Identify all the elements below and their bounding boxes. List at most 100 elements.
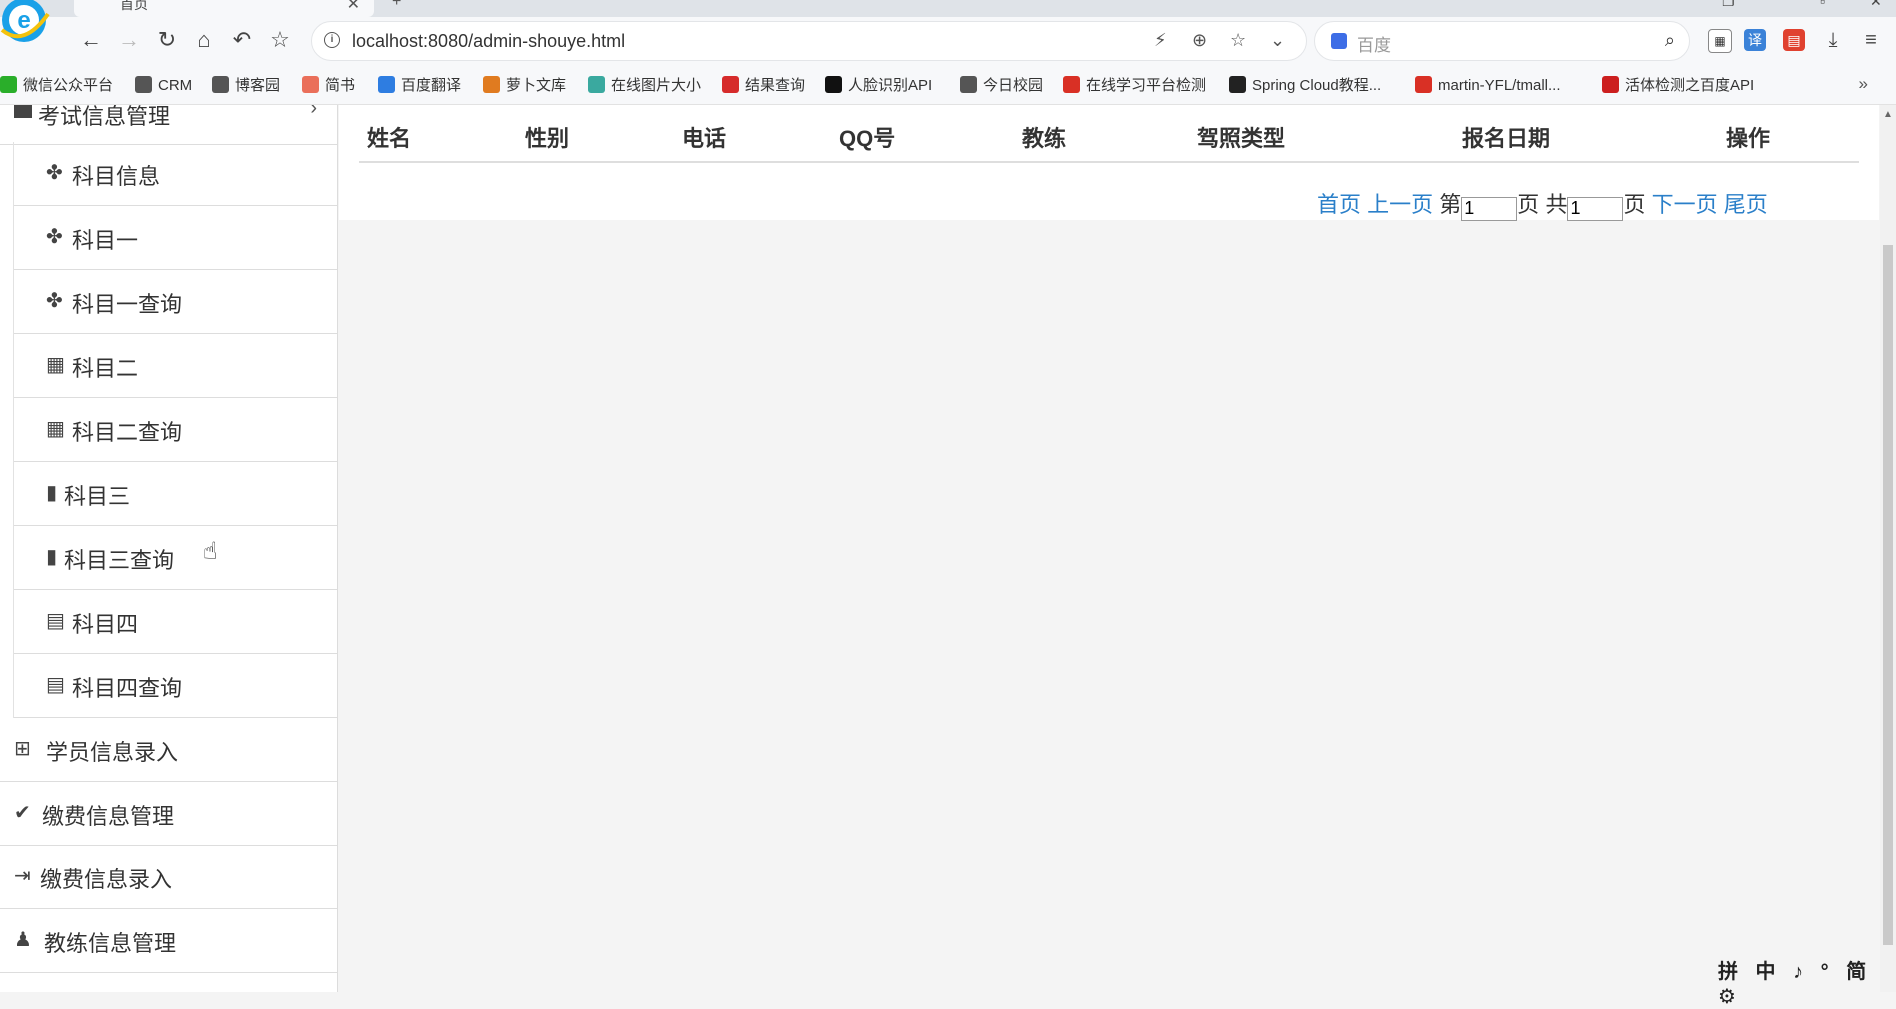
table-header: 姓名 性别 电话 QQ号 教练 驾照类型 报名日期 操作 — [359, 105, 1859, 163]
bookmark-item[interactable]: 萝卜文库 — [483, 76, 566, 94]
bookmark-icon — [302, 76, 319, 93]
favorite-star-icon[interactable]: ☆ — [267, 27, 293, 53]
bookmark-item[interactable]: 微信公众平台 — [0, 76, 113, 94]
table-icon: ⊞ — [14, 738, 31, 760]
bookmark-item[interactable]: 博客园 — [212, 76, 280, 94]
sidebar-item-exam-info[interactable]: 考试信息管理 › — [0, 105, 337, 145]
bookmark-item[interactable]: 简书 — [302, 76, 355, 94]
sidebar-subitem[interactable]: ✤ 科目信息 — [14, 142, 337, 206]
bookmark-icon — [135, 76, 152, 93]
bookmark-label: 微信公众平台 — [23, 77, 114, 94]
grid-icon: ▦ — [46, 418, 65, 440]
bookmark-icon — [0, 76, 17, 93]
bookmark-icon — [483, 76, 500, 93]
main-content: 姓名性别电话QQ号教练驾照类型报名日期操作 首页 上一页 第页 共页 下一页 尾… — [339, 105, 1879, 221]
last-page-link[interactable]: 尾页 — [1724, 192, 1768, 217]
home-icon[interactable]: ⌂ — [191, 27, 217, 53]
bookmark-item[interactable]: 在线学习平台检测 — [1063, 76, 1206, 94]
qr-grid-icon[interactable]: ▦ — [1708, 29, 1732, 53]
scroll-up-icon[interactable]: ▲ — [1883, 109, 1893, 120]
close-window-icon[interactable]: ✕ — [1870, 0, 1882, 10]
sidebar-item-label: 学员信息录入 — [46, 740, 179, 765]
bookmark-label: 在线图片大小 — [611, 77, 702, 94]
sidebar-subitem-label: 科目三查询 — [64, 548, 175, 573]
search-icon[interactable]: ⌕ — [1665, 30, 1675, 51]
prev-page-link[interactable]: 上一页 — [1367, 192, 1433, 217]
chevron-down-icon[interactable]: ⌄ — [1270, 30, 1285, 51]
sidebar-item[interactable]: ⇥ 缴费信息录入 — [0, 845, 337, 909]
ime-toolbar[interactable]: 拼 中 ♪ ° 简 ⚙ — [1718, 955, 1896, 1008]
bookmark-label: 百度翻译 — [401, 77, 462, 94]
browser-logo: e — [0, 0, 50, 42]
bookmark-label: 结果查询 — [745, 77, 806, 94]
grid-icon: ▦ — [46, 354, 65, 376]
bookmark-item[interactable]: 活体检测之百度API — [1602, 76, 1754, 94]
bookmark-icon — [212, 76, 229, 93]
sign-out-icon: ⇥ — [14, 865, 31, 887]
back-icon[interactable]: ← — [78, 27, 104, 53]
sidebar-item[interactable]: ✔ 缴费信息管理 — [0, 782, 337, 846]
table-column-header: 操作 — [1726, 126, 1771, 151]
lightning-icon[interactable]: ⚡ — [1154, 30, 1167, 51]
bookmarks-bar: » 微信公众平台 CRM 博客园 简书 百度翻译 萝卜文库 在线图片大小 结果查询 人脸识别AP… — [0, 65, 1896, 105]
sidebar-subitem[interactable]: ▤ 科目四 — [14, 590, 337, 654]
puzzle-icon: ✤ — [46, 226, 63, 248]
sidebar-subitem[interactable]: ▤ 科目四查询 — [14, 654, 337, 718]
sidebar-subitem[interactable]: ▮ 科目三查询 — [14, 526, 337, 590]
bookmark-label: 活体检测之百度API — [1625, 77, 1755, 94]
sidebar-item[interactable]: ⊞ 学员信息录入 — [0, 718, 337, 782]
page-scrollbar[interactable]: ▲ — [1880, 105, 1896, 992]
table-column-header: 教练 — [1022, 126, 1067, 151]
bookmark-item[interactable]: 今日校园 — [960, 76, 1043, 94]
reload-icon[interactable]: ↻ — [154, 27, 180, 53]
undo-icon[interactable]: ↶ — [229, 27, 255, 53]
sidebar-subitem-label: 科目三 — [64, 484, 131, 509]
download-icon[interactable]: ⤓ — [1822, 29, 1844, 51]
sidebar-subitem[interactable]: ▮ 科目三 — [14, 462, 337, 526]
forward-icon[interactable]: → — [116, 27, 142, 53]
bookmark-item[interactable]: martin-YFL/tmall... — [1415, 76, 1561, 94]
scrollbar-thumb[interactable] — [1883, 245, 1893, 945]
page-input[interactable] — [1461, 196, 1518, 221]
tab-close-icon[interactable]: ✕ — [347, 0, 360, 14]
sidebar-subitem[interactable]: ✤ 科目一查询 — [14, 270, 337, 334]
url-text[interactable]: localhost:8080/admin-shouye.html — [352, 31, 625, 52]
bookmark-item[interactable]: 在线图片大小 — [588, 76, 701, 94]
bookmark-label: 博客园 — [235, 77, 281, 94]
sidebar-subitem[interactable]: ▦ 科目二查询 — [14, 398, 337, 462]
next-page-link[interactable]: 下一页 — [1652, 192, 1718, 217]
sidebar-item-label: 教练信息管理 — [44, 930, 177, 956]
sidebar-item[interactable]: ♟ 教练信息管理 — [0, 909, 337, 973]
search-box[interactable]: 百度 ⌕ — [1314, 21, 1690, 61]
bookmark-icon — [1063, 76, 1080, 93]
sidebar-subitem-label: 科目四查询 — [72, 676, 183, 701]
bookmark-item[interactable]: 百度翻译 — [378, 76, 461, 94]
total-pages-field — [1567, 196, 1624, 221]
bookmark-icon — [960, 76, 977, 93]
first-page-link[interactable]: 首页 — [1317, 192, 1361, 217]
bookmark-icon — [722, 76, 739, 93]
pagination: 首页 上一页 第页 共页 下一页 尾页 — [1317, 187, 1768, 221]
pdf-icon[interactable]: ▤ — [1783, 29, 1805, 51]
zoom-icon[interactable]: ⊕ — [1192, 30, 1207, 51]
bookmark-label: Spring Cloud教程... — [1252, 77, 1382, 94]
sidebar-subitem[interactable]: ▦ 科目二 — [14, 334, 337, 398]
bookmark-item[interactable]: CRM — [135, 76, 192, 94]
bookmark-icon — [378, 76, 395, 93]
bookmark-item[interactable]: 人脸识别API — [825, 76, 932, 94]
bookmark-star-icon[interactable]: ☆ — [1230, 30, 1246, 51]
restore-icon[interactable]: ❐ — [1722, 0, 1735, 10]
new-tab-icon[interactable]: + — [392, 0, 401, 11]
address-bar[interactable]: i localhost:8080/admin-shouye.html ⚡ ⊕ ☆… — [311, 21, 1307, 61]
translate-icon[interactable]: 译 — [1744, 29, 1766, 51]
menu-icon[interactable]: ≡ — [1860, 29, 1882, 51]
bookmark-item[interactable]: 结果查询 — [722, 76, 805, 94]
minimize-icon[interactable]: ▫ — [1820, 0, 1825, 9]
more-bookmarks-icon[interactable]: » — [1859, 74, 1868, 94]
browser-toolbar: ← → ↻ ⌂ ↶ ☆ i localhost:8080/admin-shouy… — [0, 17, 1896, 65]
sidebar-subitem[interactable]: ✤ 科目一 — [14, 206, 337, 270]
tab-active[interactable]: 首页 ✕ — [74, 0, 374, 17]
site-info-icon[interactable]: i — [324, 32, 340, 48]
bookmark-item[interactable]: Spring Cloud教程... — [1229, 76, 1381, 94]
check-icon: ✔ — [14, 801, 31, 824]
